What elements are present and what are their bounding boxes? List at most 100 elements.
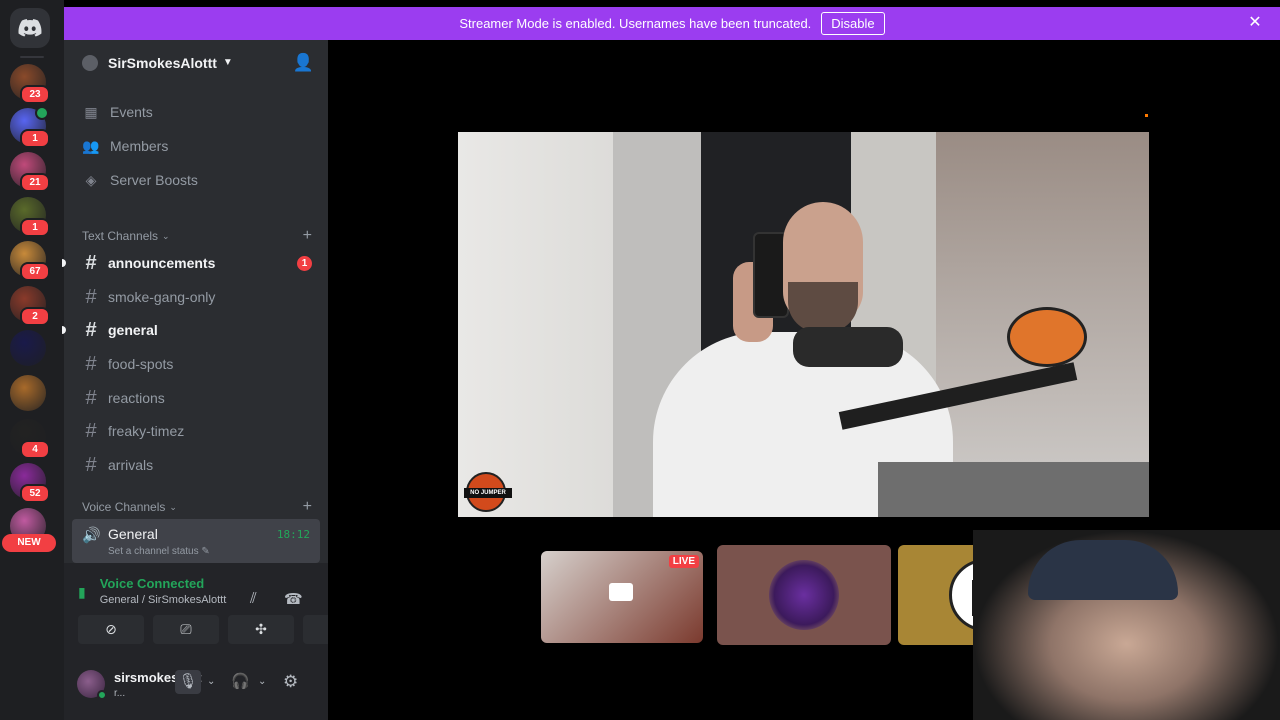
channel-food-spots[interactable]: # food-spots: [72, 349, 320, 379]
server-icon[interactable]: 1: [10, 197, 50, 237]
camera-off-icon: ⊘: [105, 621, 117, 637]
channel-reactions[interactable]: # reactions: [72, 383, 320, 413]
channel-name: reactions: [108, 390, 165, 406]
server-header[interactable]: SirSmokesAlottt ▼ 👤: [64, 40, 328, 85]
mention-badge: 2: [20, 307, 50, 326]
server-icon[interactable]: [10, 375, 46, 411]
mention-badge: 52: [20, 484, 50, 503]
participant-tile-stream[interactable]: LIVE: [541, 551, 703, 643]
video-microphone: [793, 327, 903, 367]
pencil-icon: ✎: [201, 546, 210, 557]
server-icon[interactable]: 4: [10, 419, 50, 459]
voice-status[interactable]: ▮ Voice Connected General / SirSmokesAlo…: [78, 576, 226, 606]
server-icon[interactable]: 23: [10, 64, 50, 104]
server-rail: 23 1 21 1 67 2 4 52 NEW: [0, 0, 64, 720]
voice-category-label: Voice Channels: [82, 500, 166, 514]
hash-icon: #: [85, 419, 97, 442]
nav-events-label: Events: [110, 104, 153, 120]
text-channels-category[interactable]: Text Channels ⌄ +: [82, 227, 312, 245]
streamer-mode-banner: Streamer Mode is enabled. Usernames have…: [64, 7, 1280, 40]
chevron-down-icon[interactable]: ⌄: [207, 670, 215, 694]
avatar: [769, 560, 839, 630]
voice-location: General / SirSmokesAlottt: [99, 594, 227, 606]
channel-name: arrivals: [108, 457, 154, 473]
channel-name: smoke-gang-only: [108, 289, 216, 305]
server-icon[interactable]: [10, 330, 46, 366]
hash-icon: #: [85, 453, 97, 476]
video-background-shelf: [936, 132, 1149, 462]
camera-toggle-button[interactable]: ⊘: [78, 615, 144, 644]
hash-icon: #: [85, 251, 97, 274]
mention-badge: 67: [20, 262, 50, 281]
microphone-icon[interactable]: 🎙: [175, 670, 201, 694]
participant-tile-avatar[interactable]: [717, 545, 891, 645]
add-voice-channel-icon[interactable]: +: [303, 498, 312, 516]
speaker-icon: 🔊: [82, 527, 101, 544]
members-icon: 👥: [82, 138, 100, 154]
user-status: r...: [114, 688, 126, 699]
channel-freaky-timez[interactable]: # freaky-timez: [72, 416, 320, 446]
mention-badge: 23: [20, 85, 50, 104]
indicator-dot: [1145, 114, 1148, 117]
noise-suppression-icon[interactable]: ⫽: [250, 590, 257, 607]
discord-home-button[interactable]: [10, 8, 50, 48]
text-category-label: Text Channels: [82, 229, 159, 243]
server-icon[interactable]: 21: [10, 152, 50, 192]
disconnect-icon[interactable]: ☎: [284, 590, 303, 608]
avatar[interactable]: [77, 670, 107, 700]
headphones-icon[interactable]: 🎧: [231, 670, 250, 694]
nav-members-label: Members: [110, 138, 169, 154]
chevron-down-icon[interactable]: ⌄: [258, 670, 266, 694]
watermark-text: NO JUMPER: [464, 488, 512, 498]
server-icon[interactable]: 52: [10, 463, 50, 503]
channel-name: announcements: [108, 255, 216, 271]
webcam-person-hat: [1028, 540, 1178, 600]
invite-people-icon[interactable]: 👤: [293, 53, 314, 73]
activities-button[interactable]: ✣: [228, 615, 294, 644]
nav-server-boosts[interactable]: ◈ Server Boosts: [82, 168, 198, 192]
video-person-beard: [788, 282, 858, 332]
voice-connected-label: Voice Connected: [99, 576, 205, 591]
server-icon[interactable]: 67: [10, 241, 50, 281]
user-bar: sirsmokesalot r... 🎙 ⌄ 🎧 ⌄ ⚙: [64, 658, 328, 720]
screen-share-button[interactable]: ⎚: [153, 615, 219, 644]
server-icon[interactable]: 2: [10, 286, 50, 326]
chevron-down-icon: ▼: [222, 57, 233, 68]
unread-indicator: [62, 259, 66, 267]
rail-separator: [20, 56, 44, 58]
gear-icon[interactable]: ⚙: [283, 670, 298, 694]
hash-icon: #: [85, 386, 97, 409]
dudes-platform-logo: [1007, 307, 1087, 367]
voice-channel-general[interactable]: 🔊 General 18:12 Set a channel status ✎: [72, 519, 320, 563]
voice-channel-name: General: [108, 526, 158, 542]
channel-name: freaky-timez: [108, 423, 185, 439]
channel-smoke-gang-only[interactable]: # smoke-gang-only: [72, 282, 320, 312]
signal-icon: ▮: [78, 584, 86, 600]
channel-status-prompt[interactable]: Set a channel status ✎: [108, 546, 210, 557]
mention-badge: 1: [20, 218, 50, 237]
close-icon[interactable]: ✕: [1246, 14, 1264, 32]
nav-members[interactable]: 👥 Members: [82, 134, 168, 158]
server-icon[interactable]: 1: [10, 106, 50, 148]
nav-events[interactable]: ▦ Events: [82, 100, 153, 124]
screen-share-icon: [609, 583, 633, 601]
hash-icon: #: [85, 285, 97, 308]
channel-announcements[interactable]: # announcements 1: [62, 248, 320, 278]
voice-channels-category[interactable]: Voice Channels ⌄ +: [82, 498, 312, 516]
no-jumper-watermark: NO JUMPER: [464, 472, 512, 512]
add-channel-icon[interactable]: +: [303, 227, 312, 245]
channel-status-text: Set a channel status: [108, 546, 199, 557]
hash-icon: #: [85, 352, 97, 375]
voice-channel-time: 18:12: [276, 528, 310, 541]
chevron-down-icon: ⌄: [162, 230, 170, 241]
mention-badge: 21: [20, 173, 50, 192]
banner-message: Streamer Mode is enabled. Usernames have…: [459, 16, 812, 31]
voice-action-buttons: ⊘ ⎚ ✣ ♪: [78, 615, 369, 644]
disable-streamer-mode-button[interactable]: Disable: [821, 12, 885, 35]
main-stream-video[interactable]: NO JUMPER: [458, 132, 1149, 517]
new-badge: NEW: [2, 534, 56, 552]
channel-name: food-spots: [108, 356, 174, 372]
channel-general[interactable]: # general: [62, 315, 320, 345]
channel-arrivals[interactable]: # arrivals: [72, 450, 320, 480]
live-badge: LIVE: [668, 555, 699, 568]
